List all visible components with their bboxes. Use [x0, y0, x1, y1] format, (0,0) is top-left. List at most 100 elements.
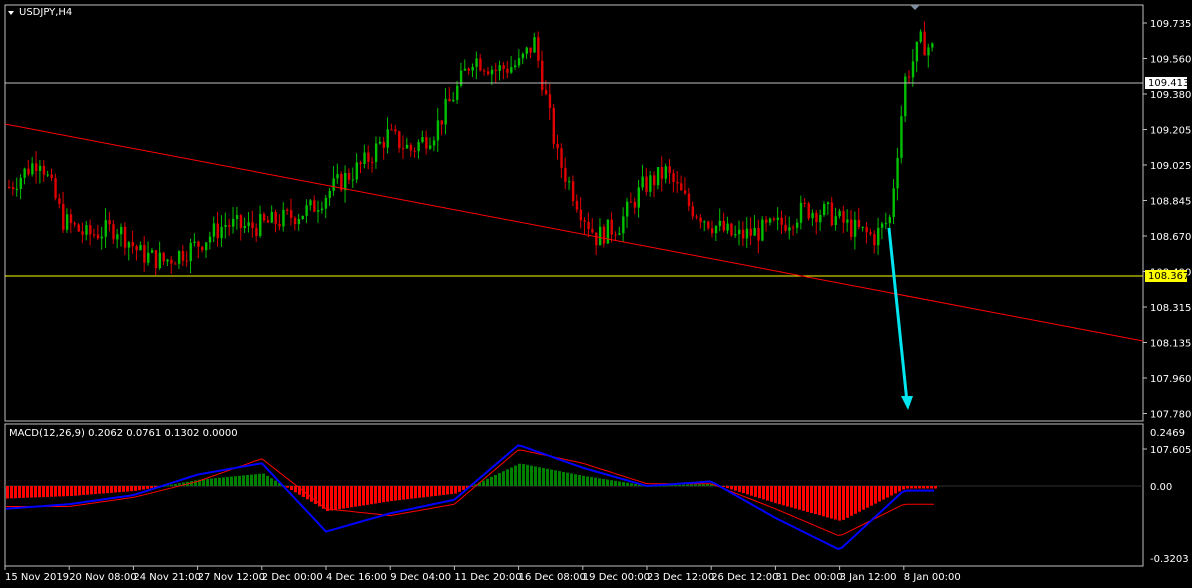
macd-hist-bar	[678, 484, 681, 486]
candle-body	[622, 216, 625, 234]
candle-body	[38, 165, 42, 172]
candle-body	[185, 260, 189, 262]
candle-body	[378, 141, 382, 144]
macd-hist-bar	[518, 463, 521, 486]
time-tick-label: 19 Dec 00:00	[583, 572, 650, 583]
macd-hist-bar	[750, 486, 753, 496]
candle-body	[683, 190, 687, 194]
macd-hist-bar	[850, 486, 853, 516]
candle-body	[193, 241, 196, 243]
candle-body	[649, 175, 652, 192]
candle-body	[633, 201, 637, 208]
macd-hist-bar	[294, 486, 297, 493]
macd-hist-bar	[690, 484, 693, 486]
candle-body	[830, 202, 834, 226]
macd-hist-bar	[846, 486, 849, 518]
macd-hist-bar	[834, 486, 837, 520]
candle-body	[598, 226, 602, 246]
candle-body	[421, 136, 424, 143]
candle-body	[819, 214, 822, 223]
candle-body	[880, 223, 884, 228]
macd-hist-bar	[530, 465, 533, 486]
macd-panel[interactable]	[4, 423, 1144, 567]
candle-body	[413, 150, 416, 152]
macd-hist-bar	[78, 486, 81, 496]
macd-hist-bar	[514, 465, 517, 486]
macd-hist-bar	[778, 486, 781, 505]
candle-body	[680, 183, 683, 191]
price-panel[interactable]	[4, 4, 1144, 422]
candle-body	[158, 252, 162, 269]
macd-hist-bar	[630, 483, 633, 486]
candle-body	[710, 228, 714, 234]
candle-body	[374, 143, 378, 162]
candle-body	[282, 209, 285, 227]
macd-hist-bar	[402, 486, 405, 500]
candle-body	[541, 60, 544, 91]
candle-body	[62, 203, 65, 230]
candle-body	[533, 37, 536, 53]
macd-hist-bar	[634, 483, 637, 486]
candle-body	[382, 141, 386, 148]
macd-hist-bar	[458, 486, 461, 492]
macd-hist-bar	[762, 486, 765, 500]
candle-body	[166, 259, 169, 262]
macd-hist-bar	[538, 467, 541, 486]
macd-hist-bar	[202, 479, 205, 486]
candle-body	[100, 236, 104, 239]
candle-body	[506, 68, 509, 73]
candle-body	[401, 148, 405, 150]
candle-body	[46, 174, 50, 176]
candle-body	[807, 203, 810, 219]
macd-hist-bar	[810, 486, 813, 513]
macd-hist-bar	[614, 480, 617, 486]
candle-body	[456, 85, 459, 100]
candle-body	[344, 172, 347, 191]
candle-body	[931, 43, 934, 48]
macd-hist-bar	[134, 486, 137, 491]
macd-hist-bar	[746, 486, 749, 495]
candle-body	[123, 226, 127, 248]
candle-body	[355, 162, 359, 180]
candle-body	[521, 53, 525, 59]
time-tick-label: 15 Nov 2019	[5, 572, 69, 583]
macd-hist-bar	[54, 486, 57, 497]
macd-hist-bar	[306, 486, 309, 500]
macd-hist-bar	[842, 486, 845, 520]
candle-body	[877, 227, 880, 246]
candle-body	[367, 152, 370, 162]
macd-hist-bar	[754, 486, 757, 497]
candle-body	[96, 234, 100, 239]
macd-hist-bar	[334, 486, 337, 510]
macd-hist-bar	[26, 486, 29, 498]
macd-hist-bar	[66, 486, 69, 497]
chart-canvas[interactable]: USDJPY,H4 109.735 109.560 109.380 109.205 10…	[0, 0, 1192, 588]
candle-body	[313, 200, 316, 212]
candle-body	[35, 163, 38, 172]
macd-hist-bar	[590, 477, 593, 486]
candle-body	[788, 227, 791, 231]
macd-hist-bar	[454, 486, 457, 494]
candle-body	[154, 250, 158, 269]
macd-hist-bar	[18, 486, 21, 499]
macd-hist-bar	[230, 476, 233, 486]
candle-body	[228, 225, 231, 227]
candle-body	[432, 140, 436, 146]
candle-body	[803, 202, 807, 204]
macd-hist-bar	[350, 486, 353, 508]
macd-hist-bar	[682, 484, 685, 486]
macd-hist-bar	[446, 486, 449, 495]
candle-body	[591, 229, 594, 233]
candle-body	[116, 234, 119, 240]
macd-hist-bar	[526, 464, 529, 486]
candle-body	[637, 187, 640, 208]
candle-body	[197, 241, 200, 247]
candle-body	[513, 65, 517, 68]
time-tick-label: 26 Dec 12:00	[711, 572, 778, 583]
price-tick-label: 108.135	[1150, 339, 1191, 350]
macd-hist-bar	[494, 474, 497, 486]
macd-hist-bar	[430, 486, 433, 497]
macd-hist-bar	[226, 476, 229, 486]
candle-body	[278, 223, 281, 227]
macd-hist-bar	[566, 472, 569, 486]
